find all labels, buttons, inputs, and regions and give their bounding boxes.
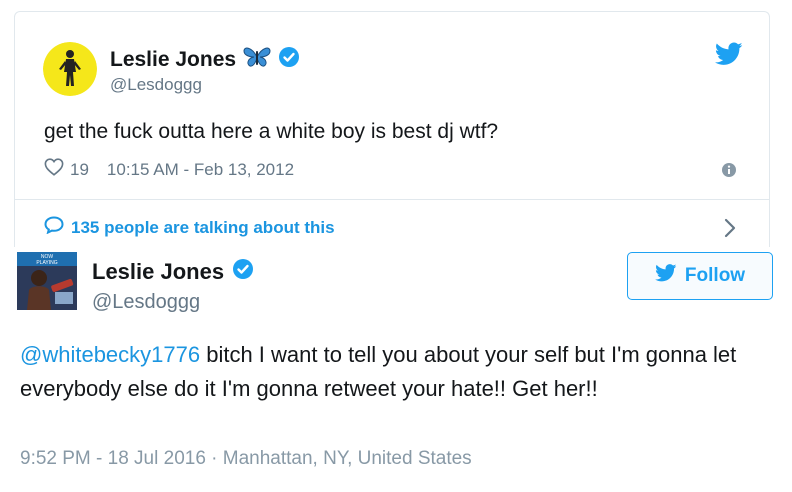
tweet-text: get the fuck outta here a white boy is b…	[44, 120, 499, 143]
avatar[interactable]	[43, 42, 97, 96]
avatar[interactable]: NOW PLAYING	[17, 252, 77, 310]
display-name-row: Leslie Jones	[110, 45, 300, 75]
display-name[interactable]: Leslie Jones	[110, 48, 236, 72]
username[interactable]: @Lesdoggg	[92, 291, 200, 314]
divider	[15, 199, 769, 200]
speech-bubble-icon	[44, 216, 64, 239]
heart-icon[interactable]	[44, 158, 64, 181]
embedded-tweet-card: Leslie Jones @Lesdoggg get the fuck outt…	[14, 11, 770, 247]
chevron-right-icon[interactable]	[723, 218, 737, 243]
svg-text:PLAYING: PLAYING	[36, 260, 57, 266]
tweet-text: @whitebecky1776 bitch I want to tell you…	[20, 338, 755, 406]
info-icon[interactable]	[721, 162, 737, 183]
conversation-link[interactable]: 135 people are talking about this	[44, 216, 335, 239]
like-count: 19	[70, 159, 89, 179]
mention-link[interactable]: @whitebecky1776	[20, 342, 200, 367]
display-name[interactable]: Leslie Jones	[92, 259, 224, 285]
tweet-meta[interactable]: 9:52 PM - 18 Jul 2016 · Manhattan, NY, U…	[20, 448, 472, 470]
conversation-count[interactable]: 135 people are talking about this	[71, 218, 335, 238]
butterfly-icon	[242, 45, 272, 75]
verified-badge-icon	[232, 258, 254, 286]
username[interactable]: @Lesdoggg	[110, 75, 202, 95]
follow-button[interactable]: Follow	[627, 252, 773, 300]
timestamp[interactable]: 10:15 AM - Feb 13, 2012	[107, 160, 294, 180]
twitter-bird-icon[interactable]	[714, 42, 743, 71]
twitter-bird-icon	[654, 264, 677, 288]
display-name-row: Leslie Jones	[92, 258, 254, 286]
verified-badge-icon	[278, 46, 300, 74]
tweet-meta-row: 19 10:15 AM - Feb 13, 2012	[44, 158, 294, 181]
follow-label: Follow	[684, 265, 746, 286]
